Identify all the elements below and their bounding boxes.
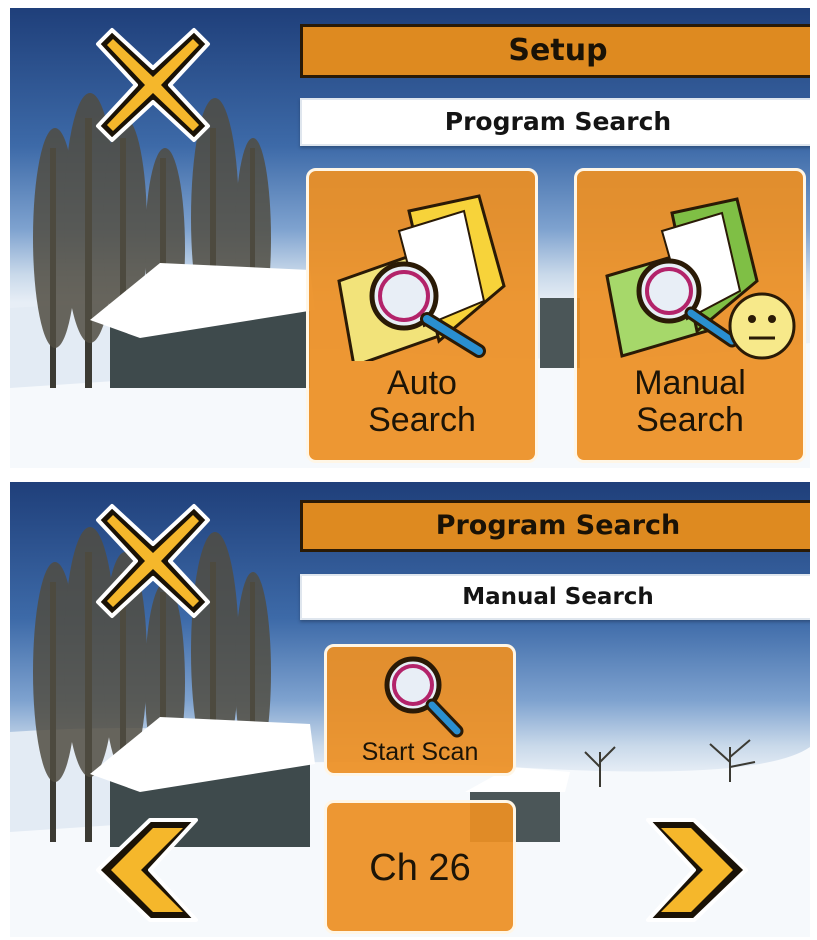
folder-search-icon [337, 194, 506, 361]
channel-label: Ch 26 [369, 847, 471, 889]
start-scan-label: Start Scan [361, 738, 479, 766]
manual-folder-search-icon [605, 197, 796, 360]
auto-search-label-line2: Search [368, 401, 476, 440]
manual-search-screen: Program Search Manual Search Start Scan … [10, 482, 810, 937]
manual-search-button[interactable]: Manual Search [574, 168, 806, 463]
auto-search-label-line1: Auto [387, 364, 457, 402]
close-button[interactable] [92, 500, 214, 622]
screen-subtitle: Program Search [300, 98, 810, 146]
manual-search-label-line2: Search [636, 401, 744, 440]
magnifier-icon [384, 656, 464, 738]
close-icon [96, 28, 210, 142]
setup-screen: Setup Program Search Auto Search Manual … [10, 8, 810, 468]
auto-search-button[interactable]: Auto Search [306, 168, 538, 463]
next-channel-button[interactable] [642, 814, 754, 926]
auto-search-label: Auto Search [309, 364, 535, 440]
start-scan-button[interactable]: Start Scan [324, 644, 516, 776]
chevron-right-icon [646, 818, 748, 922]
manual-search-label-line1: Manual [634, 364, 746, 402]
screen-title: Program Search [300, 500, 810, 552]
screen-title: Setup [300, 24, 810, 78]
chevron-left-icon [96, 818, 198, 922]
channel-display: Ch 26 [324, 800, 516, 934]
screen-subtitle: Manual Search [300, 574, 810, 620]
close-icon [96, 504, 210, 618]
close-button[interactable] [92, 24, 214, 146]
previous-channel-button[interactable] [90, 814, 202, 926]
manual-search-label: Manual Search [577, 364, 803, 440]
